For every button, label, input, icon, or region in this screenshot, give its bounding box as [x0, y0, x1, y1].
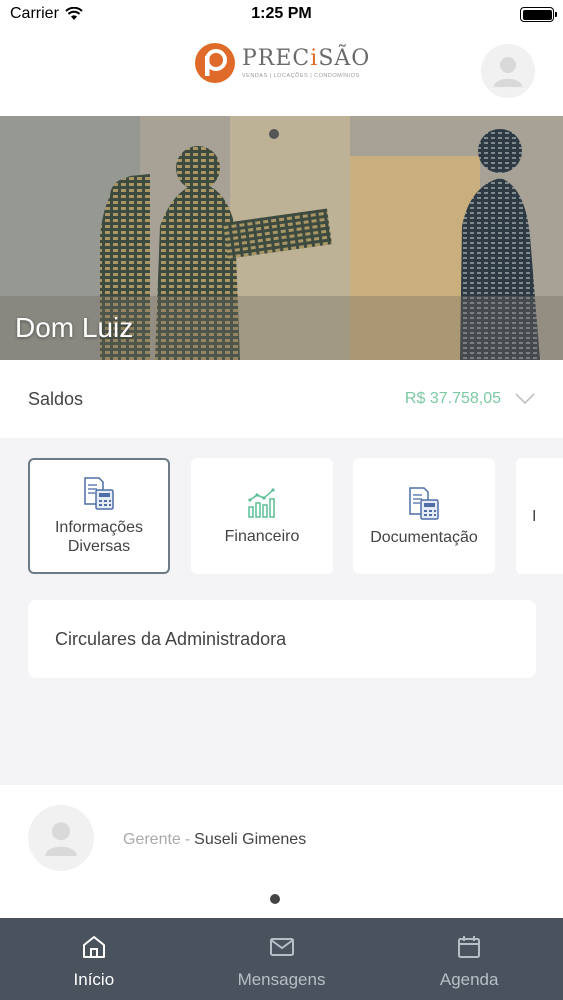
user-icon	[494, 57, 522, 87]
tab-inicio[interactable]: Início	[0, 918, 188, 1000]
tab-label: Início	[73, 970, 115, 989]
tab-agenda[interactable]: Agenda	[375, 918, 563, 1000]
calendar-icon	[458, 936, 481, 958]
clock: 1:25 PM	[251, 5, 312, 22]
card-label: I	[532, 507, 537, 525]
carousel-dot[interactable]	[269, 129, 279, 139]
tab-label: Agenda	[439, 970, 499, 989]
card-documentacao[interactable]: Documentação	[353, 458, 495, 574]
bar-chart-icon	[248, 487, 275, 518]
app-header: PRECiSÃO VENDAS | LOCAÇÕES | CONDOMÍNIOS	[0, 30, 563, 116]
shortcut-cards: Informações Diversas Financeiro Document…	[28, 458, 563, 574]
card-financeiro[interactable]: Financeiro	[191, 458, 333, 574]
manager-avatar	[28, 805, 94, 871]
mail-icon	[269, 938, 294, 956]
logo: PRECiSÃO VENDAS | LOCAÇÕES | CONDOMÍNIOS	[194, 42, 370, 84]
manager-separator: -	[184, 831, 191, 848]
logo-tagline: VENDAS | LOCAÇÕES | CONDOMÍNIOS	[242, 73, 360, 79]
card-label: Documentação	[370, 528, 478, 546]
carousel-dot[interactable]	[270, 894, 280, 904]
home-icon	[82, 936, 105, 958]
document-calculator-icon	[84, 477, 114, 510]
circulares-label: Circulares da Administradora	[55, 628, 287, 649]
balance-row[interactable]: Saldos R$ 37.758,05	[0, 360, 563, 438]
tab-label: Mensagens	[237, 970, 326, 989]
logo-mark-icon	[195, 43, 235, 83]
user-icon	[45, 822, 77, 856]
balance-value: R$ 37.758,05	[404, 390, 501, 407]
manager-info: Gerente - Suseli Gimenes	[123, 831, 306, 849]
tab-bar: Início Mensagens Agenda	[0, 918, 563, 1000]
manager-section: Gerente - Suseli Gimenes	[0, 785, 563, 918]
card-informacoes-diversas[interactable]: Informações Diversas	[28, 458, 170, 574]
balance-label: Saldos	[28, 388, 84, 409]
condominium-banner: Dom Luiz	[0, 116, 563, 360]
card-label: Informações Diversas	[54, 519, 144, 555]
battery-icon	[520, 7, 557, 22]
card-partial[interactable]: I	[516, 458, 563, 574]
condominium-name: Dom Luiz	[15, 312, 134, 343]
manager-name: Suseli Gimenes	[194, 831, 307, 848]
status-bar: Carrier 1:25 PM	[0, 0, 563, 30]
document-calculator-icon	[409, 486, 439, 520]
logo-name: PRECiSÃO	[242, 46, 371, 71]
manager-role: Gerente	[123, 831, 181, 848]
chevron-down-icon[interactable]	[515, 393, 535, 405]
card-label: Financeiro	[224, 527, 300, 545]
profile-avatar[interactable]	[481, 44, 535, 98]
tab-mensagens[interactable]: Mensagens	[188, 918, 376, 1000]
circulares-button[interactable]: Circulares da Administradora	[28, 600, 536, 678]
